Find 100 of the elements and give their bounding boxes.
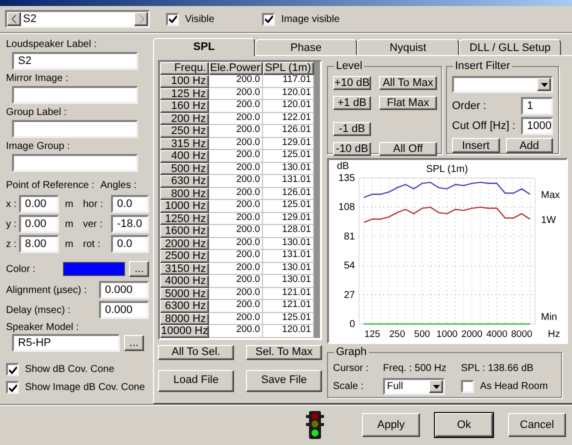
row-header[interactable]: 10000 Hz: [160, 325, 209, 338]
row-header[interactable]: 250 Hz: [160, 125, 209, 138]
angle-field[interactable]: 0.0: [111, 195, 149, 213]
row-header[interactable]: 1600 Hz: [160, 225, 209, 238]
alignment-label: Alignment (µsec) :: [6, 284, 87, 298]
color-swatch[interactable]: [62, 262, 126, 276]
row-header[interactable]: 1250 Hz: [160, 212, 209, 225]
tab[interactable]: Phase: [255, 39, 357, 55]
filter-dropdown[interactable]: [452, 76, 553, 93]
text-field[interactable]: S2: [12, 52, 138, 70]
text-field[interactable]: [12, 120, 138, 138]
table-action-button[interactable]: All To Sel.: [158, 344, 234, 360]
table-action-button[interactable]: Sel. To Max: [246, 344, 322, 360]
row-header[interactable]: 1000 Hz: [160, 200, 209, 212]
level-button[interactable]: +1 dB: [333, 96, 371, 110]
angles-label: Angles :: [100, 180, 137, 192]
angle-field[interactable]: 0.0: [111, 235, 149, 253]
next-button[interactable]: [134, 12, 148, 26]
filter-button[interactable]: Insert: [452, 138, 500, 153]
cutoff-field[interactable]: 1000: [521, 117, 553, 135]
cutoff-label: Cut Off [Hz] :: [452, 118, 516, 134]
table-action-button[interactable]: Save File: [246, 370, 322, 392]
dialog-button[interactable]: Ok: [435, 413, 493, 437]
unit-label: m: [65, 238, 74, 252]
tab[interactable]: DLL / GLL Setup: [459, 39, 561, 55]
table-cell: 200.0: [209, 312, 263, 325]
coordinate-field[interactable]: 0.00: [19, 215, 59, 233]
row-header[interactable]: 315 Hz: [160, 138, 209, 150]
group-title: Graph: [334, 345, 369, 359]
color-picker-button[interactable]: ...: [129, 261, 149, 277]
column-header[interactable]: SPL (1m): [263, 62, 314, 75]
table-cell: 200.0: [209, 238, 263, 250]
table-cell: 129.01: [263, 138, 314, 150]
checkbox[interactable]: [166, 12, 179, 26]
row-header[interactable]: 3150 Hz: [160, 262, 209, 275]
checkbox[interactable]: [461, 380, 474, 393]
cursor-spl: SPL : 138.66 dB: [461, 362, 534, 376]
order-label: Order :: [452, 98, 486, 114]
scale-dropdown[interactable]: Full: [383, 378, 445, 395]
level-button[interactable]: -10 dB: [333, 142, 371, 156]
table-cell: 131.01: [263, 175, 314, 188]
filter-button[interactable]: Add: [506, 138, 553, 153]
checkbox[interactable]: [262, 12, 276, 26]
column-header[interactable]: Frequ.: [160, 62, 209, 75]
row-header[interactable]: 6300 Hz: [160, 300, 209, 312]
level-button[interactable]: +10 dB: [333, 76, 371, 90]
alignment-field[interactable]: 0.000: [99, 281, 149, 299]
row-header[interactable]: 125 Hz: [160, 88, 209, 100]
row-header[interactable]: 160 Hz: [160, 100, 209, 112]
table-cell: 125.01: [263, 200, 314, 212]
dialog-button[interactable]: Cancel: [508, 413, 566, 437]
table-cell: 129.01: [263, 212, 314, 225]
x-tick-label: 4000: [486, 329, 508, 340]
tab[interactable]: SPL: [153, 38, 255, 56]
checkbox[interactable]: [6, 363, 19, 376]
row-header[interactable]: 100 Hz: [160, 75, 209, 88]
text-field[interactable]: [12, 86, 138, 104]
table-cell: 125.01: [263, 150, 314, 162]
order-field[interactable]: 1: [521, 97, 553, 115]
row-header[interactable]: 200 Hz: [160, 112, 209, 125]
table-cell: 121.01: [263, 300, 314, 312]
row-header[interactable]: 630 Hz: [160, 175, 209, 188]
speaker-model-field[interactable]: R5-HP: [12, 334, 120, 352]
checkbox-label: Show Image dB Cov. Cone: [25, 381, 145, 395]
dialog-button[interactable]: Apply: [362, 413, 420, 437]
table-cell: 125.01: [263, 312, 314, 325]
previous-button[interactable]: [7, 12, 21, 26]
speaker-name: S2: [22, 12, 38, 26]
tab[interactable]: Nyquist: [357, 39, 459, 55]
column-header[interactable]: Ele.Power: [209, 62, 263, 75]
table-action-button[interactable]: Load File: [158, 370, 234, 392]
level-button[interactable]: -1 dB: [333, 122, 371, 136]
coordinate-field[interactable]: 8.00: [19, 235, 59, 253]
browse-button[interactable]: ...: [124, 335, 144, 351]
level-button[interactable]: All To Max: [379, 76, 437, 90]
angle-field[interactable]: -18.0: [111, 215, 149, 233]
coordinate-field[interactable]: 0.00: [19, 195, 59, 213]
table-cell: 126.01: [263, 188, 314, 200]
row-header[interactable]: 800 Hz: [160, 188, 209, 200]
level-button[interactable]: All Off: [379, 142, 437, 156]
row-header[interactable]: 8000 Hz: [160, 312, 209, 325]
checkbox[interactable]: [6, 381, 19, 394]
series-label: Max: [541, 190, 560, 202]
level-button[interactable]: Flat Max: [379, 96, 437, 110]
table-cell: 128.01: [263, 225, 314, 238]
row-header[interactable]: 400 Hz: [160, 150, 209, 162]
row-header[interactable]: 4000 Hz: [160, 275, 209, 288]
row-header[interactable]: 2500 Hz: [160, 250, 209, 262]
delay-field[interactable]: 0.000: [99, 301, 149, 319]
unit-label: m: [65, 218, 74, 232]
table-cell: 200.0: [209, 175, 263, 188]
text-field[interactable]: [12, 154, 138, 172]
row-header[interactable]: 5000 Hz: [160, 288, 209, 300]
row-header[interactable]: 2000 Hz: [160, 238, 209, 250]
scrollbar[interactable]: [314, 62, 320, 338]
table-cell: 200.0: [209, 200, 263, 212]
row-header[interactable]: 500 Hz: [160, 162, 209, 175]
y-tick-label: 135: [338, 173, 355, 184]
dropdown-arrow-icon: [432, 384, 440, 388]
table-cell: 200.0: [209, 75, 263, 88]
